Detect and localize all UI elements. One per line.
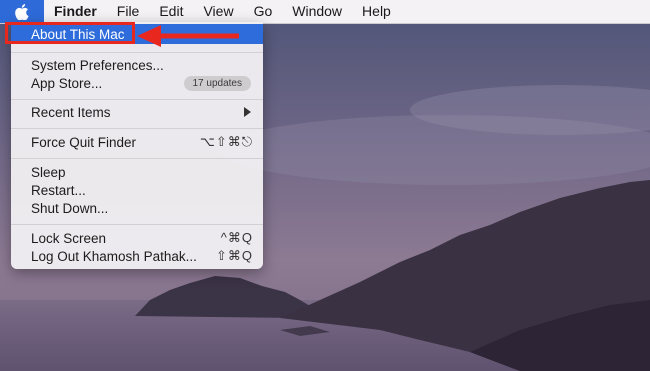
annotation-arrow-icon (137, 25, 239, 47)
menu-file[interactable]: File (107, 0, 150, 23)
menu-separator (11, 224, 263, 225)
apple-menu-button[interactable] (0, 0, 44, 23)
recent-items-label: Recent Items (31, 104, 111, 120)
menu-help[interactable]: Help (352, 0, 401, 23)
shut-down-label: Shut Down... (31, 200, 109, 216)
lock-screen-shortcut: ^⌘Q (220, 230, 253, 245)
log-out-shortcut: ⇧⌘Q (215, 248, 253, 263)
menu-go[interactable]: Go (244, 0, 283, 23)
force-quit-label: Force Quit Finder (31, 134, 137, 150)
menu-item-restart[interactable]: Restart... (11, 180, 263, 200)
system-preferences-label: System Preferences... (31, 57, 164, 73)
menu-view[interactable]: View (193, 0, 243, 23)
annotation-highlight-box (5, 22, 135, 44)
menu-item-recent-items[interactable]: Recent Items (11, 102, 263, 122)
updates-badge: 17 updates (183, 75, 251, 91)
restart-label: Restart... (31, 182, 86, 198)
submenu-arrow-icon (244, 107, 251, 117)
menu-finder[interactable]: Finder (44, 0, 107, 23)
menu-item-sleep[interactable]: Sleep (11, 162, 263, 182)
menu-bar: Finder File Edit View Go Window Help (0, 0, 650, 24)
app-store-label: App Store... (31, 75, 103, 91)
log-out-label: Log Out Khamosh Pathak... (31, 248, 197, 264)
menu-item-app-store[interactable]: App Store... 17 updates (11, 73, 263, 93)
force-quit-shortcut: ⌥⇧⌘⎋ (199, 134, 253, 149)
apple-dropdown-menu: About This Mac System Preferences... App… (11, 22, 263, 269)
lock-screen-label: Lock Screen (31, 230, 107, 246)
apple-logo-icon (15, 3, 29, 20)
menu-item-lock-screen[interactable]: Lock Screen ^⌘Q (11, 228, 263, 248)
menu-separator (11, 52, 263, 53)
menu-separator (11, 128, 263, 129)
menu-item-shut-down[interactable]: Shut Down... (11, 198, 263, 218)
menu-edit[interactable]: Edit (149, 0, 193, 23)
menu-item-force-quit[interactable]: Force Quit Finder ⌥⇧⌘⎋ (11, 132, 263, 152)
menu-item-system-preferences[interactable]: System Preferences... (11, 55, 263, 75)
menu-separator (11, 158, 263, 159)
menu-window[interactable]: Window (282, 0, 352, 23)
menu-item-log-out[interactable]: Log Out Khamosh Pathak... ⇧⌘Q (11, 246, 263, 266)
menu-separator (11, 99, 263, 100)
sleep-label: Sleep (31, 164, 66, 180)
